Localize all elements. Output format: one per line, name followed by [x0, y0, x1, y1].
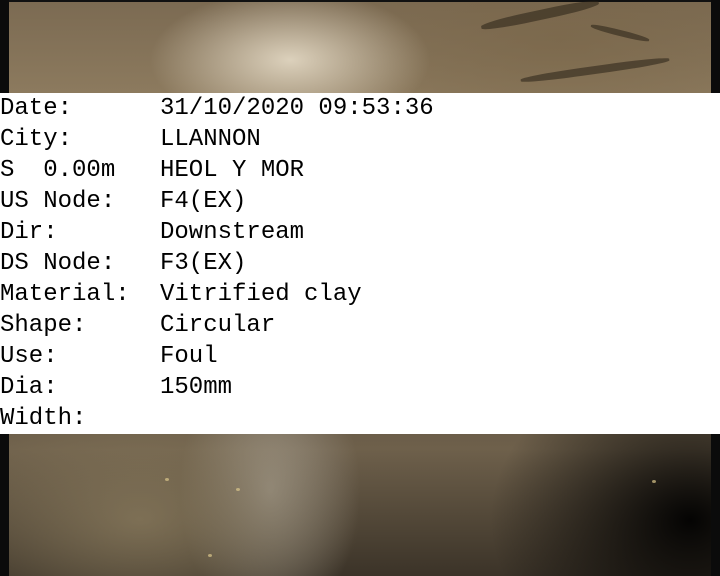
row-label: Dia:	[0, 374, 58, 401]
row-value: Downstream	[160, 219, 305, 246]
row-diameter: Dia: 150mm	[0, 372, 720, 403]
row-value: F3(EX)	[160, 250, 247, 277]
row-value: 31/10/2020 09:53:36	[160, 95, 434, 122]
row-date: Date: 31/10/2020 09:53:36	[0, 93, 720, 124]
row-ds-node: DS Node: F3(EX)	[0, 248, 720, 279]
row-shape: Shape: Circular	[0, 310, 720, 341]
row-label: US Node:	[0, 188, 116, 215]
row-label: Dir:	[0, 219, 58, 246]
row-direction: Dir: Downstream	[0, 217, 720, 248]
pipe-stain	[590, 22, 650, 44]
pipe-fleck	[236, 488, 240, 491]
row-value: Circular	[160, 312, 276, 339]
row-label: Shape:	[0, 312, 87, 339]
row-city: City: LLANNON	[0, 124, 720, 155]
pipe-fleck	[208, 554, 212, 557]
row-material: Material: Vitrified clay	[0, 279, 720, 310]
row-label: City:	[0, 126, 73, 153]
pipe-stain	[520, 55, 670, 85]
row-label: DS Node:	[0, 250, 116, 277]
row-us-node: US Node: F4(EX)	[0, 186, 720, 217]
row-label: Material:	[0, 281, 130, 308]
row-street: S 0.00m HEOL Y MOR	[0, 155, 720, 186]
row-label: Width:	[0, 405, 87, 432]
pipe-stain	[480, 0, 600, 33]
row-value: F4(EX)	[160, 188, 247, 215]
row-label: S 0.00m	[0, 157, 116, 184]
row-use: Use: Foul	[0, 341, 720, 372]
row-value: Vitrified clay	[160, 281, 362, 308]
row-label: Date:	[0, 95, 73, 122]
row-value: 150mm	[160, 374, 233, 401]
row-value: Foul	[160, 343, 218, 370]
pipe-fleck	[652, 480, 656, 483]
row-value: HEOL Y MOR	[160, 157, 305, 184]
row-width: Width:	[0, 403, 720, 434]
row-label: Use:	[0, 343, 58, 370]
scanline	[0, 0, 720, 2]
pipe-fleck	[165, 478, 169, 481]
survey-info-overlay: Date: 31/10/2020 09:53:36 City: LLANNON …	[0, 93, 720, 434]
row-value: LLANNON	[160, 126, 261, 153]
